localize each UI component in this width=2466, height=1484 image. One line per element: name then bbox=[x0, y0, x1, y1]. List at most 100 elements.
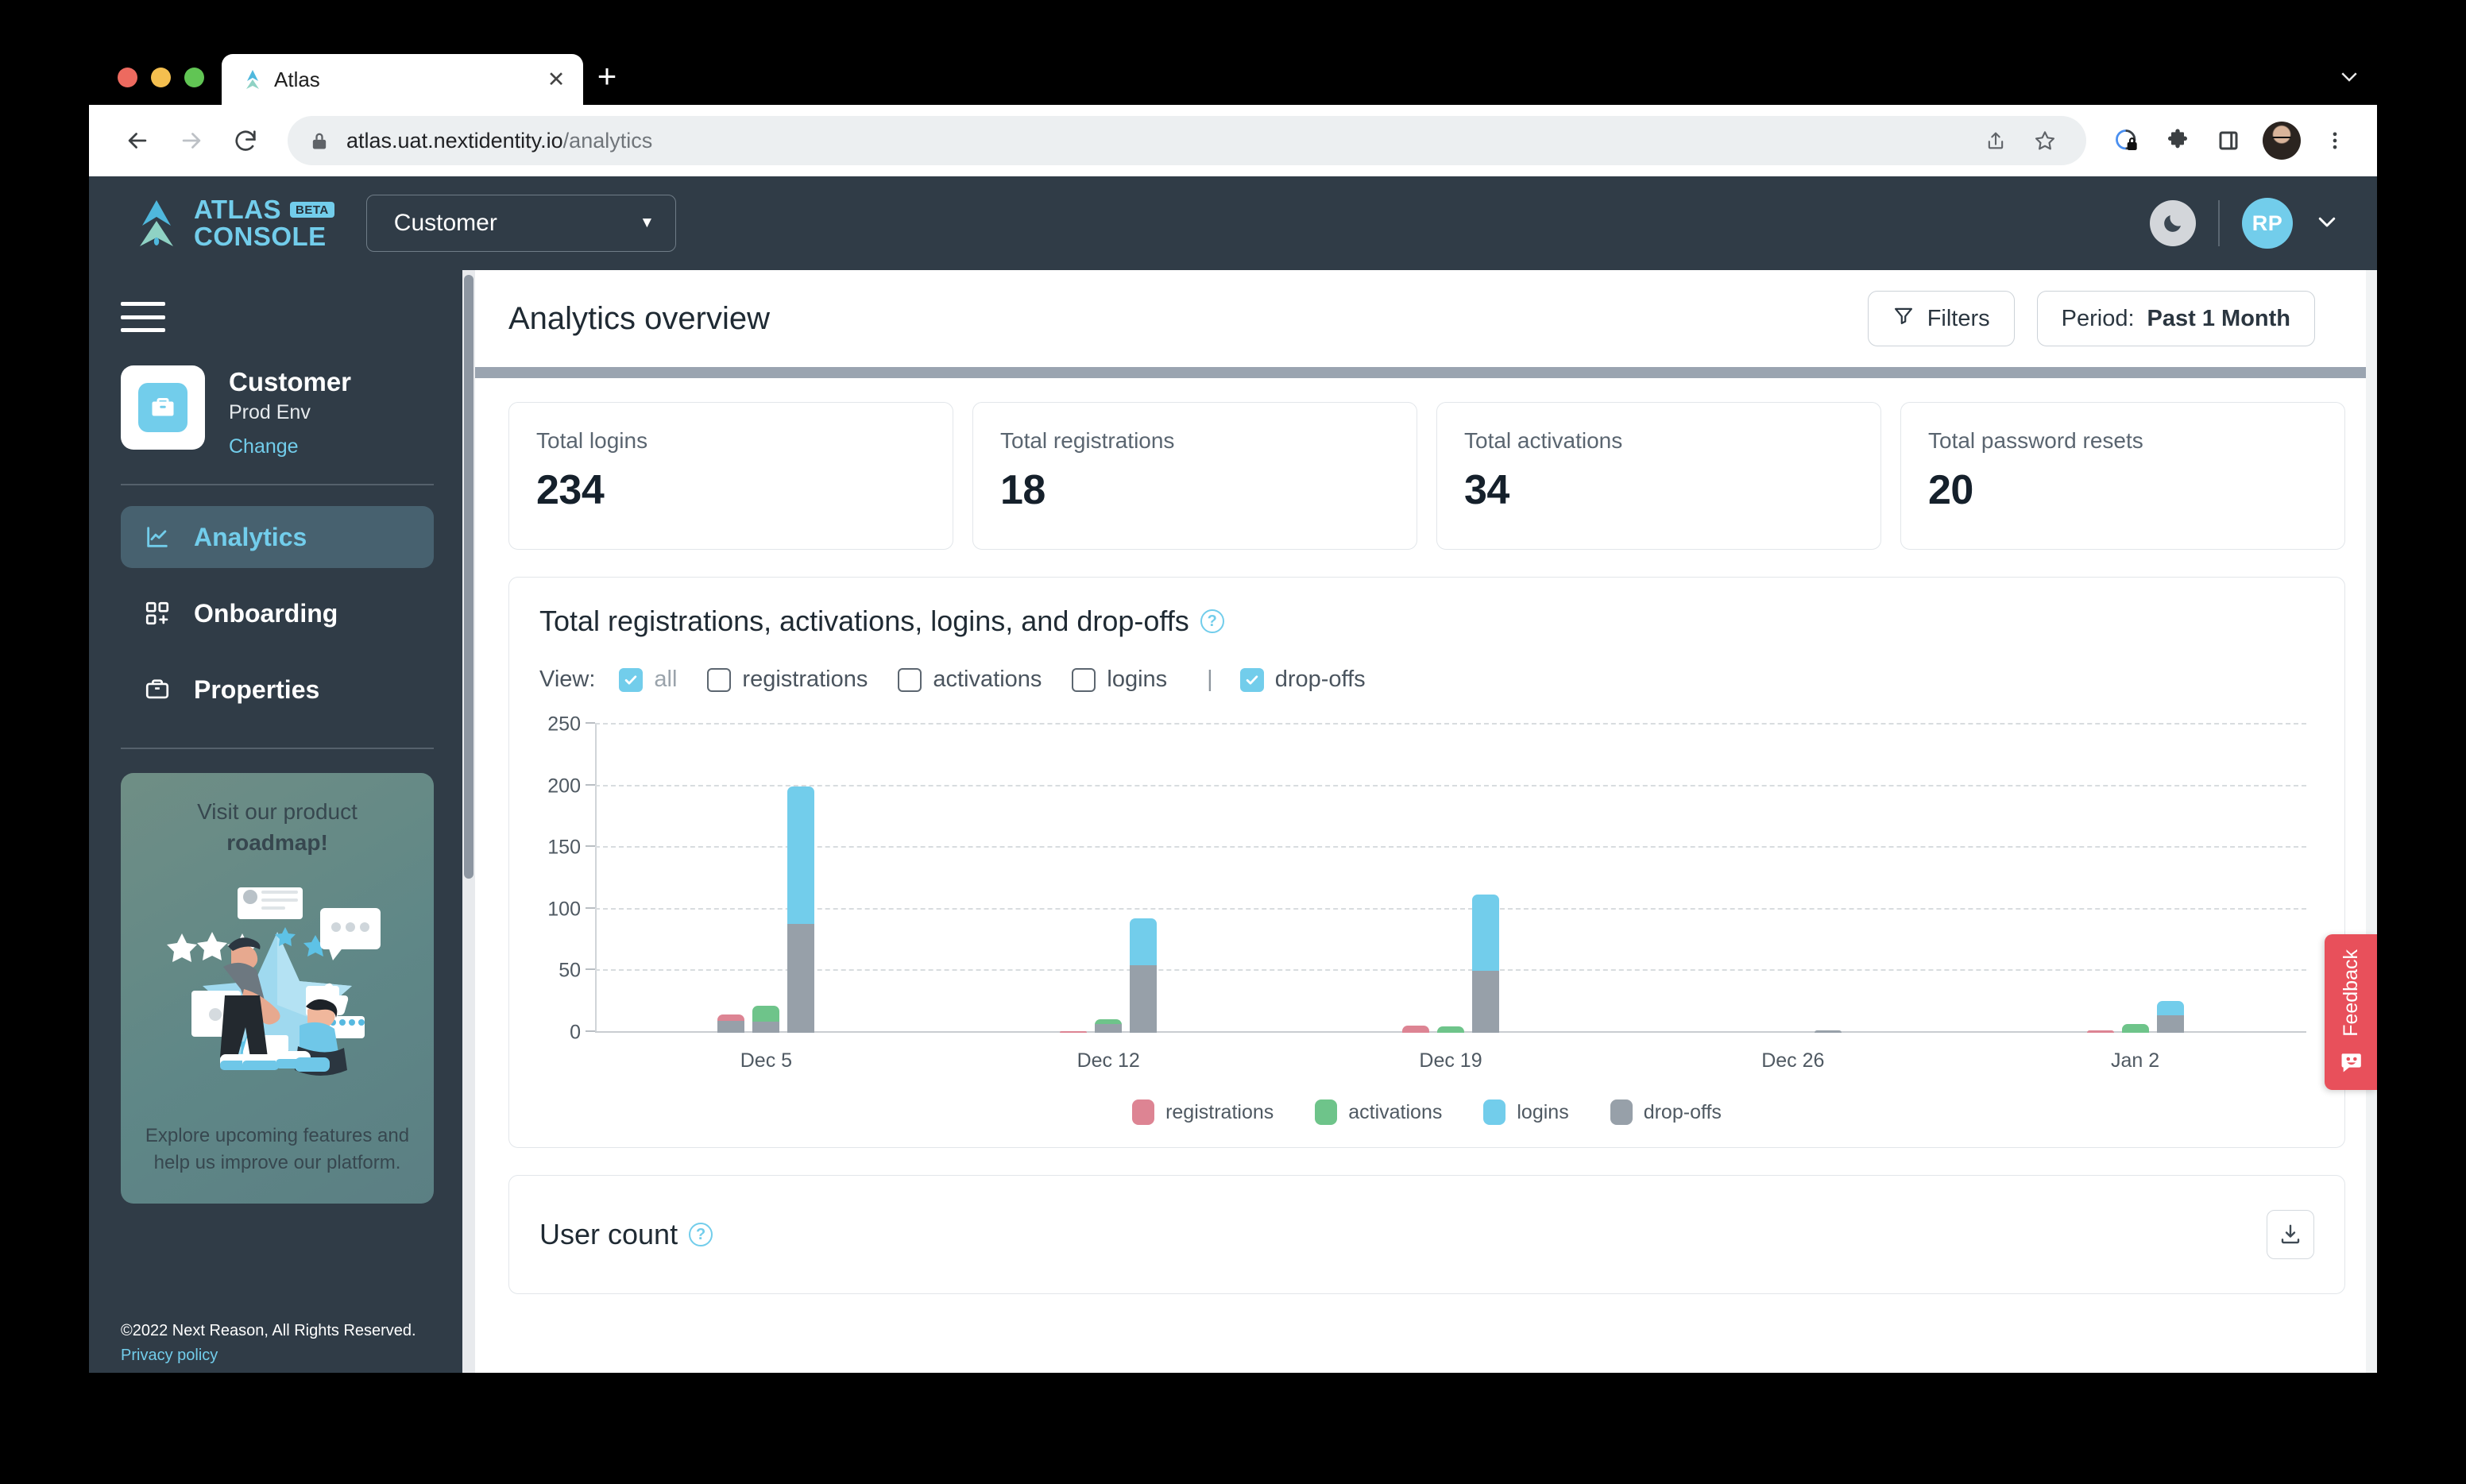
tenant-meta: Customer Prod Env Change bbox=[229, 365, 351, 458]
checkbox-label: logins bbox=[1107, 667, 1168, 692]
x-axis-tick-label: Dec 12 bbox=[1076, 1049, 1140, 1072]
plus-icon[interactable]: + bbox=[583, 52, 631, 100]
checkbox-registrations[interactable]: registrations bbox=[707, 667, 868, 693]
bar-logins[interactable] bbox=[787, 786, 815, 1033]
kpi-value: 20 bbox=[1928, 467, 1973, 513]
bar-logins[interactable] bbox=[2156, 1000, 2184, 1033]
x-axis-tick-label: Dec 19 bbox=[1419, 1049, 1482, 1072]
legend-swatch bbox=[1132, 1099, 1155, 1125]
legend-item-drop-offs[interactable]: drop-offs bbox=[1610, 1099, 1722, 1125]
legend-item-activations[interactable]: activations bbox=[1315, 1099, 1442, 1125]
view-separator: | bbox=[1207, 667, 1213, 692]
star-icon[interactable] bbox=[2024, 120, 2066, 161]
browser-window: Atlas ✕ + atlas.uat.nextidentity.io/anal… bbox=[89, 44, 2377, 1373]
sidebar-scrollbar-thumb[interactable] bbox=[464, 275, 473, 879]
sidebar-item-properties[interactable]: Properties bbox=[121, 659, 434, 721]
share-icon[interactable] bbox=[1975, 120, 2016, 161]
legend-item-registrations[interactable]: registrations bbox=[1132, 1099, 1274, 1125]
chevron-down-icon[interactable] bbox=[2315, 210, 2339, 238]
back-arrow-icon[interactable] bbox=[113, 116, 162, 165]
y-tick-mark bbox=[586, 968, 595, 971]
bar-registrations[interactable] bbox=[717, 1014, 745, 1033]
filters-button[interactable]: Filters bbox=[1867, 291, 2015, 346]
bar-group[interactable] bbox=[717, 725, 815, 1033]
browser-tab-title: Atlas bbox=[274, 67, 320, 91]
sidebar-scrollbar[interactable] bbox=[462, 270, 475, 1373]
side-panel-icon[interactable] bbox=[2205, 118, 2251, 164]
bar-activations[interactable] bbox=[1095, 1018, 1123, 1033]
sidebar-item-label: Properties bbox=[194, 674, 320, 704]
sidebar-item-onboarding[interactable]: Onboarding bbox=[121, 582, 434, 644]
filters-button-label: Filters bbox=[1927, 305, 1990, 331]
chevron-down-icon[interactable] bbox=[2321, 52, 2377, 100]
checkbox-activations[interactable]: activations bbox=[898, 667, 1042, 693]
bar-group[interactable] bbox=[1402, 725, 1499, 1033]
y-tick-mark bbox=[586, 783, 595, 786]
bar-activations[interactable] bbox=[1437, 1026, 1464, 1033]
app-body: Customer Prod Env Change Analytics Onboa… bbox=[89, 270, 2377, 1373]
change-tenant-link[interactable]: Change bbox=[229, 435, 299, 458]
sidebar-divider-2 bbox=[121, 748, 434, 750]
three-dots-menu-icon[interactable] bbox=[2312, 118, 2358, 164]
help-circle-icon[interactable]: ? bbox=[689, 1223, 713, 1246]
forward-arrow-icon[interactable] bbox=[167, 116, 216, 165]
promo-title-line2: roadmap! bbox=[226, 829, 328, 855]
page-header: Analytics overview Filters Period: Past … bbox=[475, 270, 2377, 367]
minimize-window-button[interactable] bbox=[151, 68, 171, 87]
sidebar-tenant-name: Customer bbox=[229, 367, 352, 396]
bar-logins[interactable] bbox=[1472, 895, 1499, 1033]
tenant-selector-dropdown[interactable]: Customer ▼ bbox=[365, 195, 676, 252]
close-window-button[interactable] bbox=[118, 68, 137, 87]
checkbox-box[interactable] bbox=[1239, 667, 1264, 692]
browser-tab[interactable]: Atlas ✕ bbox=[222, 54, 583, 105]
puzzle-piece-icon[interactable] bbox=[2155, 118, 2201, 164]
url-domain: atlas.uat.nextidentity.io bbox=[346, 128, 563, 153]
bar-registrations[interactable] bbox=[2086, 1030, 2114, 1033]
privacy-policy-link[interactable]: Privacy policy bbox=[121, 1347, 434, 1365]
checkbox-logins[interactable]: logins bbox=[1072, 667, 1167, 693]
download-icon[interactable] bbox=[2267, 1210, 2314, 1259]
bar-group[interactable] bbox=[2086, 725, 2184, 1033]
bar-group[interactable] bbox=[1745, 725, 1842, 1033]
bar-registrations[interactable] bbox=[1402, 1025, 1429, 1033]
kpi-label: Total password resets bbox=[1928, 428, 2143, 453]
bar-logins[interactable] bbox=[1814, 1030, 1842, 1033]
bar-activations[interactable] bbox=[752, 1005, 780, 1033]
reload-icon[interactable] bbox=[221, 116, 270, 165]
copyright-text: ©2022 Next Reason, All Rights Reserved. bbox=[121, 1322, 416, 1339]
checkbox-drop-offs[interactable]: drop-offs bbox=[1239, 667, 1366, 693]
sidebar-divider bbox=[121, 484, 434, 486]
product-roadmap-promo-card[interactable]: Visit our product roadmap! Explore upcom… bbox=[121, 773, 434, 1204]
kpi-card-total-password-resets: Total password resets 20 bbox=[1900, 402, 2345, 550]
bar-group[interactable] bbox=[1060, 725, 1158, 1033]
sidebar-item-analytics[interactable]: Analytics bbox=[121, 506, 434, 569]
moon-icon[interactable] bbox=[2150, 200, 2196, 246]
maximize-window-button[interactable] bbox=[184, 68, 204, 87]
checkbox-all[interactable]: all bbox=[619, 667, 677, 693]
omnibox[interactable]: atlas.uat.nextidentity.io/analytics bbox=[288, 116, 2086, 165]
analytics-chart-card: Total registrations, activations, logins… bbox=[508, 577, 2345, 1148]
legend-swatch bbox=[1610, 1099, 1633, 1125]
privacy-shield-icon[interactable] bbox=[2104, 118, 2150, 164]
brand-logo-block: ATLAS BETA CONSOLE bbox=[133, 195, 334, 251]
hamburger-menu-icon[interactable] bbox=[121, 300, 165, 334]
page-scrollbar[interactable] bbox=[2366, 270, 2377, 1373]
legend-item-logins[interactable]: logins bbox=[1483, 1099, 1569, 1125]
atlas-logo-icon bbox=[242, 69, 263, 90]
avatar[interactable]: RP bbox=[2242, 198, 2293, 249]
feedback-tab-button[interactable]: Feedback bbox=[2325, 934, 2377, 1090]
checkbox-box[interactable] bbox=[898, 667, 922, 692]
bar-registrations[interactable] bbox=[1060, 1031, 1088, 1033]
profile-avatar-icon[interactable] bbox=[2263, 122, 2301, 160]
bar-logins[interactable] bbox=[1130, 918, 1158, 1033]
checkbox-box[interactable] bbox=[619, 667, 644, 692]
close-icon[interactable]: ✕ bbox=[540, 64, 572, 95]
period-button[interactable]: Period: Past 1 Month bbox=[2036, 291, 2315, 346]
x-axis-tick-label: Dec 5 bbox=[740, 1049, 793, 1072]
help-circle-icon[interactable]: ? bbox=[1200, 609, 1224, 633]
bar-activations[interactable] bbox=[2121, 1024, 2149, 1033]
checkbox-box[interactable] bbox=[707, 667, 732, 692]
checkbox-box[interactable] bbox=[1072, 667, 1096, 692]
bar-segment-drop-offs bbox=[717, 1020, 745, 1033]
y-tick-mark bbox=[586, 1030, 595, 1032]
